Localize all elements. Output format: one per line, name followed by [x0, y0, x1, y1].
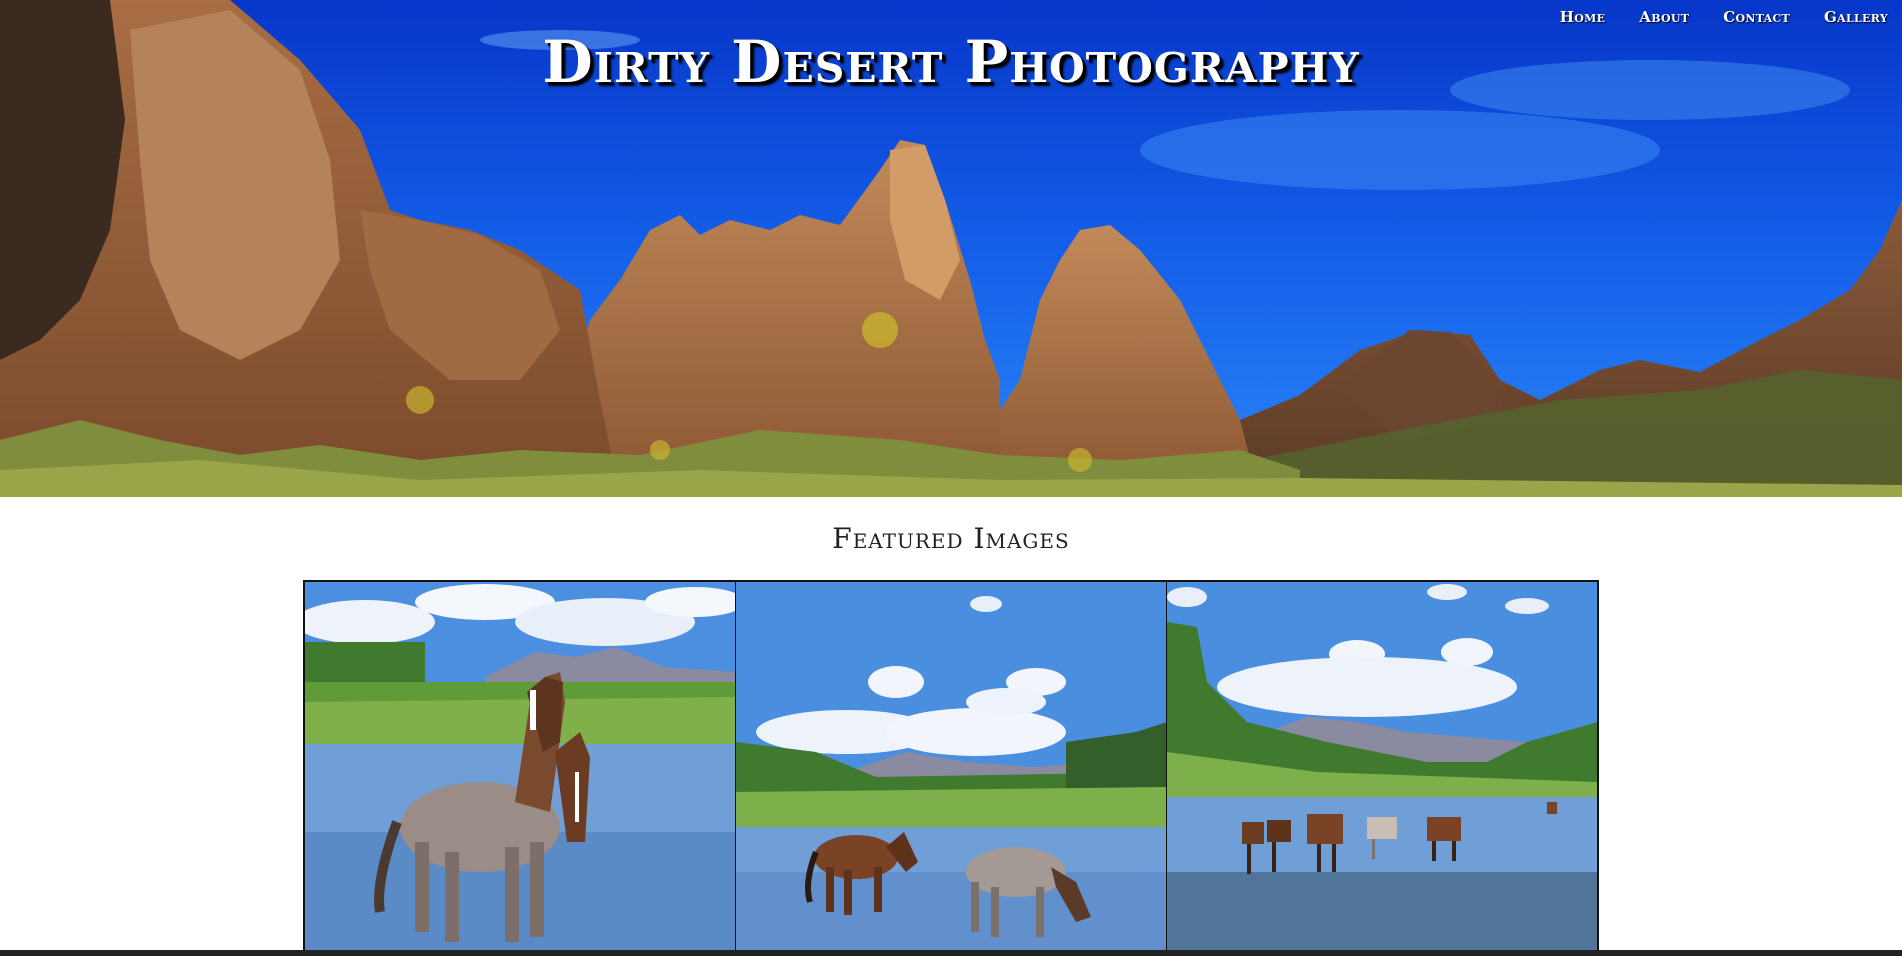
featured-image-2[interactable] [735, 582, 1166, 956]
nav-contact-link[interactable]: Contact [1723, 8, 1790, 26]
horses-river-photo-1 [305, 582, 735, 956]
hero-banner: Dirty Desert Photography Home About Cont… [0, 0, 1902, 497]
featured-image-3[interactable] [1166, 582, 1597, 956]
nav-home-link[interactable]: Home [1560, 8, 1606, 26]
featured-images-heading: Featured Images [832, 522, 1070, 555]
featured-gallery [303, 580, 1599, 956]
bottom-scrollbar[interactable] [0, 950, 1902, 956]
site-title-text[interactable]: Dirty Desert Photography [542, 28, 1359, 96]
featured-image-1[interactable] [305, 582, 735, 956]
horses-river-photo-2 [736, 582, 1166, 956]
nav-gallery-link[interactable]: Gallery [1824, 8, 1888, 26]
nav-about-link[interactable]: About [1639, 8, 1689, 26]
horses-river-photo-3 [1167, 582, 1597, 956]
site-title[interactable]: Dirty Desert Photography [0, 28, 1902, 96]
main-nav: Home About Contact Gallery [1560, 8, 1888, 26]
